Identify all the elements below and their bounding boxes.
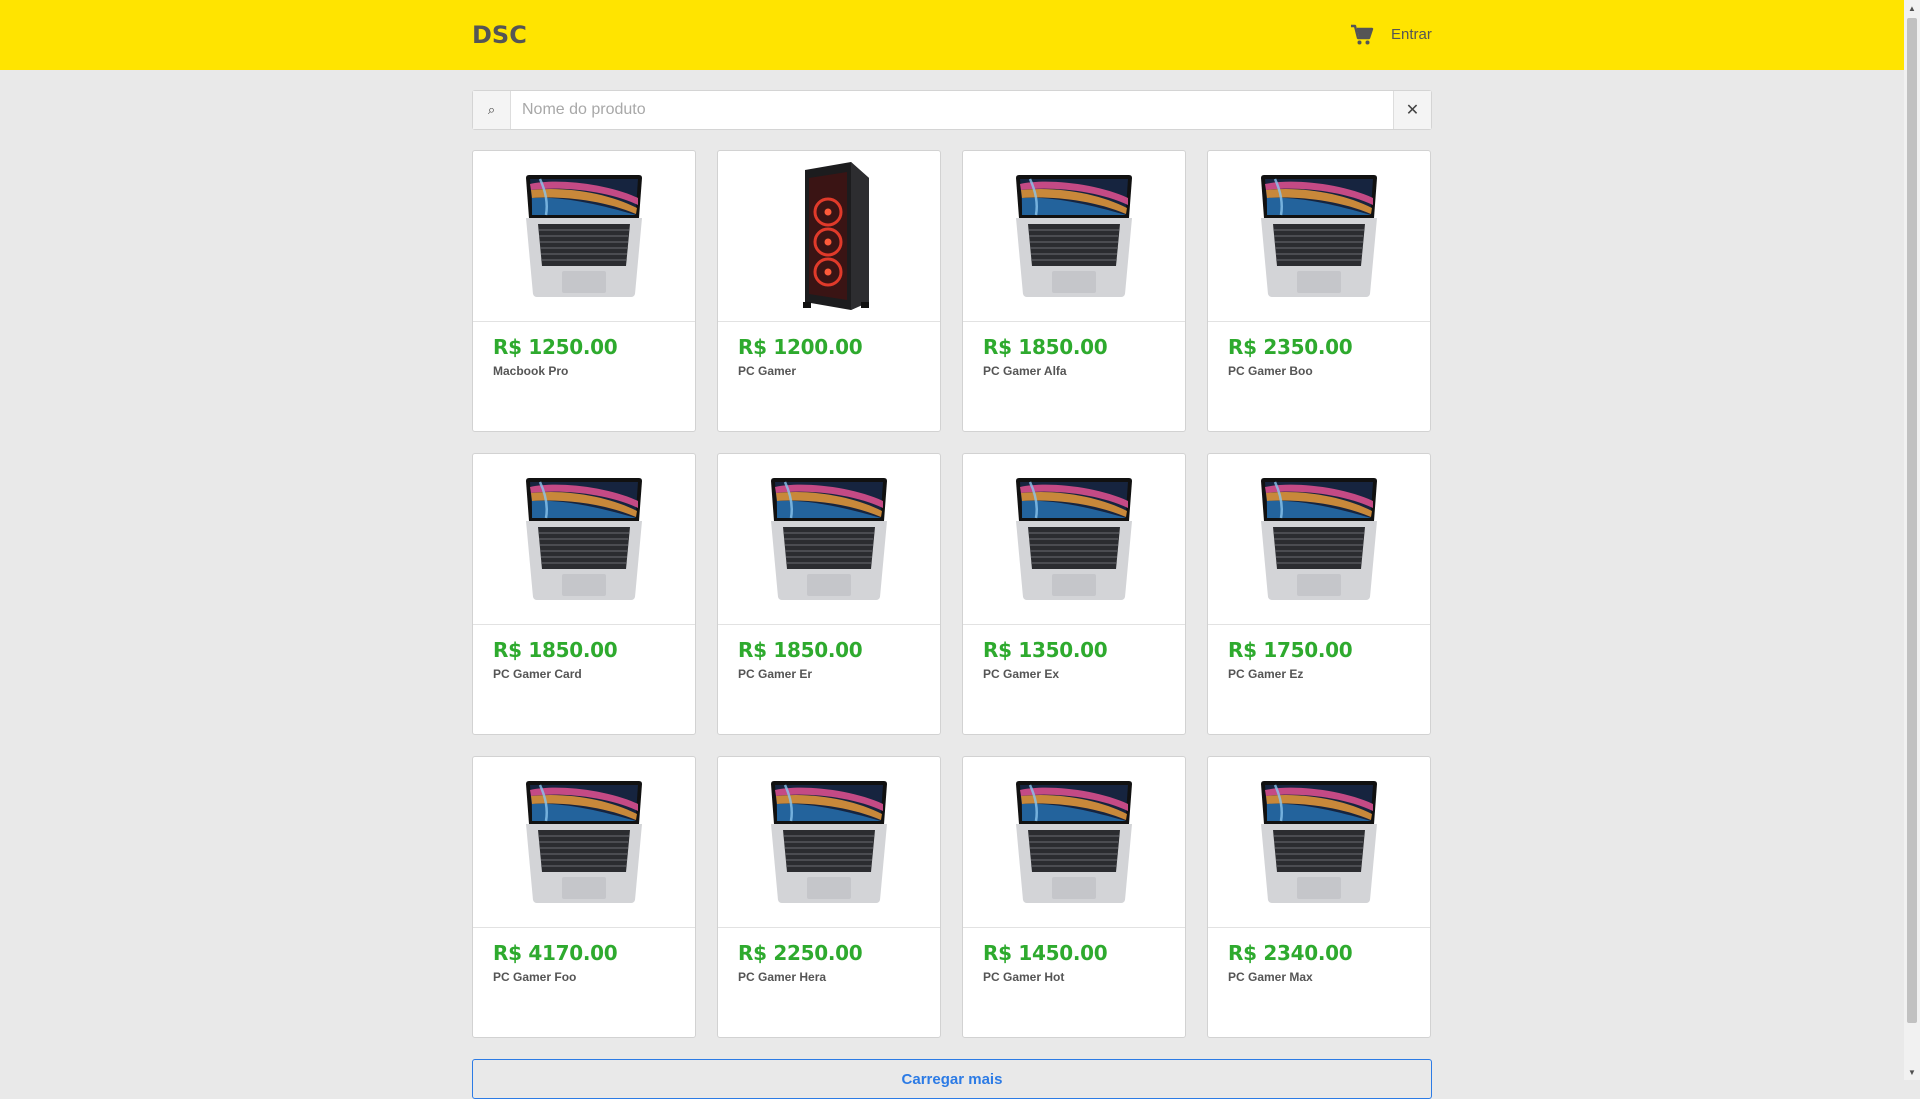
product-card[interactable]: R$ 2350.00 PC Gamer Boo: [1207, 150, 1431, 432]
product-card[interactable]: R$ 1750.00 PC Gamer Ez: [1207, 453, 1431, 735]
product-card-body: R$ 1750.00 PC Gamer Ez: [1208, 625, 1430, 694]
product-grid: R$ 1250.00 Macbook Pro R$ 1200.00 PC Gamer…: [472, 150, 1432, 1038]
product-card-body: R$ 2350.00 PC Gamer Boo: [1208, 322, 1430, 391]
product-name: PC Gamer Ex: [983, 667, 1060, 681]
product-price: R$ 2250.00: [738, 941, 863, 965]
page-scrollbar[interactable]: ▲ ▼: [1904, 0, 1920, 1080]
product-card-body: R$ 1250.00 Macbook Pro: [473, 322, 695, 391]
product-card[interactable]: R$ 1350.00 PC Gamer Ex: [962, 453, 1186, 735]
product-card[interactable]: R$ 1450.00 PC Gamer Hot: [962, 756, 1186, 1038]
product-name: PC Gamer Hot: [983, 970, 1065, 984]
product-name: PC Gamer Alfa: [983, 364, 1067, 378]
scroll-down-arrow-icon[interactable]: ▼: [1904, 1064, 1920, 1080]
product-card-body: R$ 1850.00 PC Gamer Alfa: [963, 322, 1185, 391]
product-name: Macbook Pro: [493, 364, 569, 378]
product-price: R$ 1450.00: [983, 941, 1108, 965]
product-card[interactable]: R$ 2250.00 PC Gamer Hera: [717, 756, 941, 1038]
product-price: R$ 1850.00: [983, 335, 1108, 359]
shopping-cart-icon[interactable]: [1350, 24, 1374, 46]
product-price: R$ 4170.00: [493, 941, 618, 965]
login-link[interactable]: Entrar: [1391, 26, 1432, 43]
product-card-body: R$ 2340.00 PC Gamer Max: [1208, 928, 1430, 997]
product-image-laptop[interactable]: [963, 151, 1185, 322]
product-image-laptop[interactable]: [718, 757, 940, 928]
search-icon: ⌕: [473, 91, 511, 129]
product-price: R$ 1850.00: [738, 638, 863, 662]
product-name: PC Gamer Boo: [1228, 364, 1313, 378]
top-navbar: DSC Entrar: [0, 0, 1904, 70]
product-price: R$ 1250.00: [493, 335, 618, 359]
product-card-body: R$ 2250.00 PC Gamer Hera: [718, 928, 940, 997]
product-card-body: R$ 1450.00 PC Gamer Hot: [963, 928, 1185, 997]
product-image-laptop[interactable]: [1208, 151, 1430, 322]
product-price: R$ 1350.00: [983, 638, 1108, 662]
product-card[interactable]: R$ 2340.00 PC Gamer Max: [1207, 756, 1431, 1038]
product-image-laptop[interactable]: [718, 454, 940, 625]
scrollbar-thumb[interactable]: [1907, 18, 1917, 1023]
product-image-laptop[interactable]: [473, 454, 695, 625]
product-name: PC Gamer Ez: [1228, 667, 1304, 681]
product-image-laptop[interactable]: [473, 757, 695, 928]
product-card-body: R$ 1350.00 PC Gamer Ex: [963, 625, 1185, 694]
product-card-body: R$ 1850.00 PC Gamer Card: [473, 625, 695, 694]
product-card[interactable]: R$ 4170.00 PC Gamer Foo: [472, 756, 696, 1038]
product-image-laptop[interactable]: [963, 757, 1185, 928]
search-bar: ⌕ ✕: [472, 90, 1432, 130]
product-name: PC Gamer: [738, 364, 797, 378]
product-card-body: R$ 4170.00 PC Gamer Foo: [473, 928, 695, 997]
scroll-up-arrow-icon[interactable]: ▲: [1904, 0, 1920, 16]
product-card-body: R$ 1200.00 PC Gamer: [718, 322, 940, 391]
product-price: R$ 1850.00: [493, 638, 618, 662]
product-name: PC Gamer Hera: [738, 970, 827, 984]
product-image-laptop[interactable]: [1208, 454, 1430, 625]
product-image-laptop[interactable]: [473, 151, 695, 322]
product-name: PC Gamer Card: [493, 667, 582, 681]
load-more-button[interactable]: Carregar mais: [472, 1059, 1432, 1099]
product-name: PC Gamer Foo: [493, 970, 577, 984]
product-name: PC Gamer Er: [738, 667, 813, 681]
product-image-laptop[interactable]: [1208, 757, 1430, 928]
product-card[interactable]: R$ 1850.00 PC Gamer Card: [472, 453, 696, 735]
product-card[interactable]: R$ 1200.00 PC Gamer: [717, 150, 941, 432]
product-price: R$ 2350.00: [1228, 335, 1353, 359]
product-name: PC Gamer Max: [1228, 970, 1313, 984]
product-image-tower[interactable]: [718, 151, 940, 322]
product-card[interactable]: R$ 1850.00 PC Gamer Alfa: [962, 150, 1186, 432]
brand-logo[interactable]: DSC: [472, 21, 527, 49]
product-card-body: R$ 1850.00 PC Gamer Er: [718, 625, 940, 694]
product-card[interactable]: R$ 1250.00 Macbook Pro: [472, 150, 696, 432]
search-input[interactable]: [512, 91, 1392, 129]
product-price: R$ 2340.00: [1228, 941, 1353, 965]
product-price: R$ 1750.00: [1228, 638, 1353, 662]
close-icon[interactable]: ✕: [1393, 91, 1431, 129]
product-price: R$ 1200.00: [738, 335, 863, 359]
product-image-laptop[interactable]: [963, 454, 1185, 625]
product-card[interactable]: R$ 1850.00 PC Gamer Er: [717, 453, 941, 735]
